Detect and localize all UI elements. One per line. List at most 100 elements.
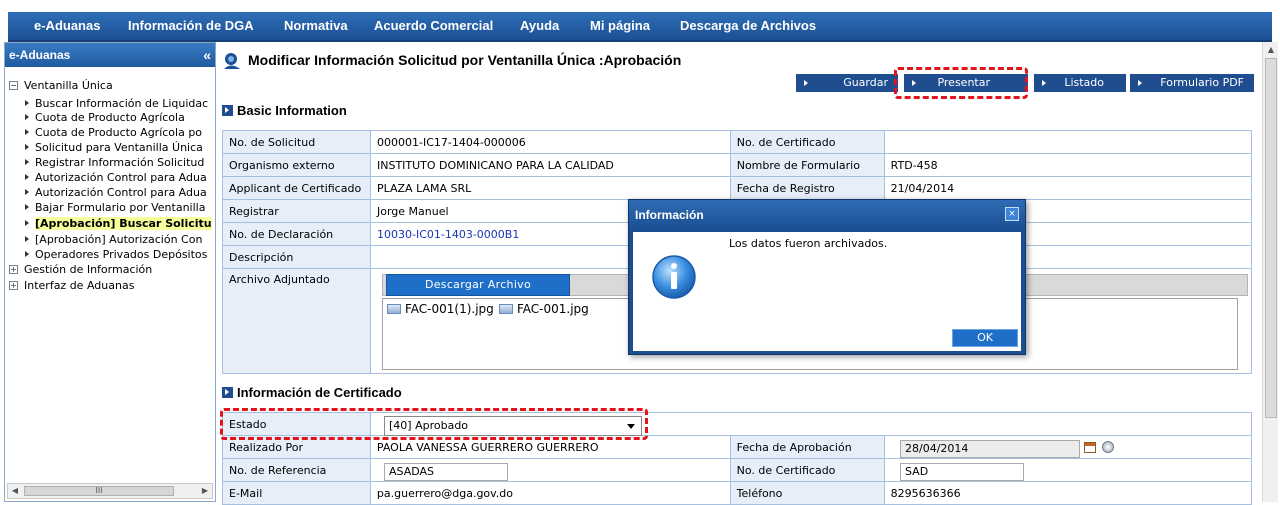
arrow-right-icon	[25, 159, 29, 165]
arrow-right-icon	[804, 80, 808, 86]
scrollbar-thumb[interactable]: III	[24, 486, 174, 496]
close-icon[interactable]: ×	[1005, 207, 1019, 221]
estado-select[interactable]: [40] Aprobado	[384, 416, 642, 436]
nav-mi-pagina[interactable]: Mi página	[590, 12, 650, 40]
dialog-title: Información	[635, 208, 704, 222]
nav-descarga-archivos[interactable]: Descarga de Archivos	[680, 12, 816, 40]
declaracion-link[interactable]: 10030-IC01-1403-0000B1	[377, 228, 519, 241]
nav-acuerdo-comercial[interactable]: Acuerdo Comercial	[374, 12, 493, 40]
organismo-value: INSTITUTO DOMINICANO PARA LA CALIDAD	[369, 153, 731, 177]
sidebar-header: e-Aduanas «	[5, 43, 215, 67]
scroll-up-icon[interactable]: ▲	[1263, 42, 1279, 58]
guardar-button[interactable]: Guardar	[796, 74, 898, 92]
email-value: pa.guerrero@dga.gov.do	[369, 481, 731, 505]
cert-no-input[interactable]: SAD	[900, 463, 1024, 481]
sidebar: e-Aduanas « − Ventanilla Única Buscar Inf…	[4, 42, 216, 502]
tree-node-label: Gestión de Información	[24, 263, 153, 276]
formulario-pdf-button[interactable]: Formulario PDF	[1130, 74, 1254, 92]
field-label: Archivo Adjuntado	[222, 268, 371, 374]
ok-button[interactable]: OK	[952, 329, 1018, 347]
attachment-file[interactable]: FAC-001.jpg	[499, 302, 589, 316]
field-label: Realizado Por	[222, 435, 371, 459]
sidebar-tree: − Ventanilla Única Buscar Información de …	[5, 69, 215, 465]
nav-ayuda[interactable]: Ayuda	[520, 12, 559, 40]
magnifier-person-icon	[222, 52, 242, 70]
fecha-aprobacion-input[interactable]: 28/04/2014	[900, 440, 1080, 458]
solicitud-value: 000001-IC17-1404-000006	[369, 130, 731, 154]
field-label: E-Mail	[222, 481, 371, 505]
button-label: Formulario PDF	[1160, 76, 1244, 89]
descargar-archivo-button[interactable]: Descargar Archivo	[386, 274, 570, 296]
tree-node-interfaz-aduanas[interactable]: + Interfaz de Aduanas	[9, 279, 134, 293]
button-label: Guardar	[843, 76, 888, 89]
clear-date-icon[interactable]	[1102, 441, 1114, 453]
cert-info-section-title: Información de Certificado	[222, 385, 402, 400]
expand-icon[interactable]: +	[9, 264, 18, 274]
info-icon	[652, 255, 696, 299]
expand-icon[interactable]: +	[9, 280, 18, 290]
telefono-value: 8295636366	[883, 481, 1253, 505]
cert-info-table: Estado Realizado Por PAOLA VANESSA GUERR…	[222, 412, 1253, 505]
top-navigation: e-Aduanas Información de DGA Normativa A…	[0, 0, 1280, 42]
scrollbar-thumb[interactable]	[1265, 58, 1277, 418]
arrow-right-icon	[25, 129, 29, 135]
table-row: No. de Solicitud 000001-IC17-1404-000006…	[222, 130, 1253, 154]
field-label: Nombre de Formulario	[729, 153, 885, 177]
collapse-icon[interactable]: −	[9, 80, 18, 90]
referencia-input[interactable]: ASADAS	[384, 463, 508, 481]
tree-node-gestion-informacion[interactable]: + Gestión de Información	[9, 263, 152, 277]
attachment-file[interactable]: FAC-001(1).jpg	[387, 302, 494, 316]
field-label: Registrar	[222, 199, 371, 223]
field-label: Estado	[222, 412, 371, 436]
sidebar-item-operadores-privados[interactable]: Operadores Privados Depósitos	[25, 248, 207, 262]
field-label: No. de Solicitud	[222, 130, 371, 154]
field-label: Applicant de Certificado	[222, 176, 371, 200]
sidebar-item-label: Buscar Información de Liquidac	[35, 97, 209, 110]
sidebar-item-aprobacion-buscar[interactable]: [Aprobación] Buscar Solicitu	[25, 217, 212, 231]
fecha-registro-value: 21/04/2014	[883, 176, 1253, 200]
sidebar-item-autorizacion-control-2[interactable]: Autorización Control para Adua	[25, 186, 207, 200]
nav-normativa[interactable]: Normativa	[284, 12, 348, 40]
sidebar-item-cuota-agricola-po[interactable]: Cuota de Producto Agrícola po	[25, 126, 202, 140]
section-bullet-icon	[222, 105, 233, 116]
sidebar-item-registrar-solicitud[interactable]: Registrar Información Solicitud	[25, 156, 204, 170]
section-title-text: Basic Information	[237, 103, 347, 118]
sidebar-item-bajar-formulario[interactable]: Bajar Formulario por Ventanilla	[25, 201, 205, 215]
sidebar-horizontal-scrollbar[interactable]: ◀ III ▶	[7, 483, 213, 499]
listado-button[interactable]: Listado	[1034, 74, 1126, 92]
calendar-icon[interactable]	[1084, 442, 1096, 453]
sidebar-item-solicitud-ventanilla[interactable]: Solicitud para Ventanilla Única	[25, 141, 203, 155]
sidebar-item-label: Operadores Privados Depósitos	[35, 248, 208, 261]
page-vertical-scrollbar[interactable]: ▲	[1262, 42, 1278, 502]
sidebar-item-label: Autorización Control para Adua	[35, 186, 207, 199]
arrow-right-icon	[25, 236, 29, 242]
presentar-button[interactable]: Presentar	[904, 74, 1028, 92]
section-title-text: Información de Certificado	[237, 385, 402, 400]
sidebar-item-label: Cuota de Producto Agrícola	[35, 111, 185, 124]
arrow-right-icon	[25, 220, 29, 226]
field-label: Organismo externo	[222, 153, 371, 177]
field-label: No. de Declaración	[222, 222, 371, 246]
button-label: Presentar	[937, 76, 990, 89]
realizado-value: PAOLA VANESSA GUERRERO GUERRERO	[369, 435, 731, 459]
sidebar-item-cuota-agricola[interactable]: Cuota de Producto Agrícola	[25, 111, 185, 125]
sidebar-item-buscar-liquidacion[interactable]: Buscar Información de Liquidac	[25, 97, 208, 111]
table-row: No. de Referencia No. de Certificado	[222, 458, 1253, 482]
image-file-icon	[499, 304, 513, 314]
sidebar-item-aprobacion-autorizacion[interactable]: [Aprobación] Autorización Con	[25, 233, 202, 247]
estado-selected-value: [40] Aprobado	[389, 419, 469, 432]
formulario-value: RTD-458	[883, 153, 1253, 177]
scroll-left-icon[interactable]: ◀	[8, 484, 22, 498]
collapse-sidebar-button[interactable]: «	[203, 43, 211, 67]
sidebar-item-autorizacion-control-1[interactable]: Autorización Control para Adua	[25, 171, 207, 185]
scroll-right-icon[interactable]: ▶	[198, 484, 212, 498]
tree-node-ventanilla-unica[interactable]: − Ventanilla Única	[9, 79, 113, 93]
table-row: Estado	[222, 412, 1253, 436]
basic-info-section-title: Basic Information	[222, 103, 347, 118]
nav-informacion-dga[interactable]: Información de DGA	[128, 12, 254, 40]
arrow-right-icon	[25, 174, 29, 180]
nav-e-aduanas[interactable]: e-Aduanas	[34, 12, 100, 40]
sidebar-item-label: Solicitud para Ventanilla Única	[35, 141, 203, 154]
tree-node-label: Interfaz de Aduanas	[24, 279, 135, 292]
sidebar-item-label: [Aprobación] Autorización Con	[35, 233, 203, 246]
